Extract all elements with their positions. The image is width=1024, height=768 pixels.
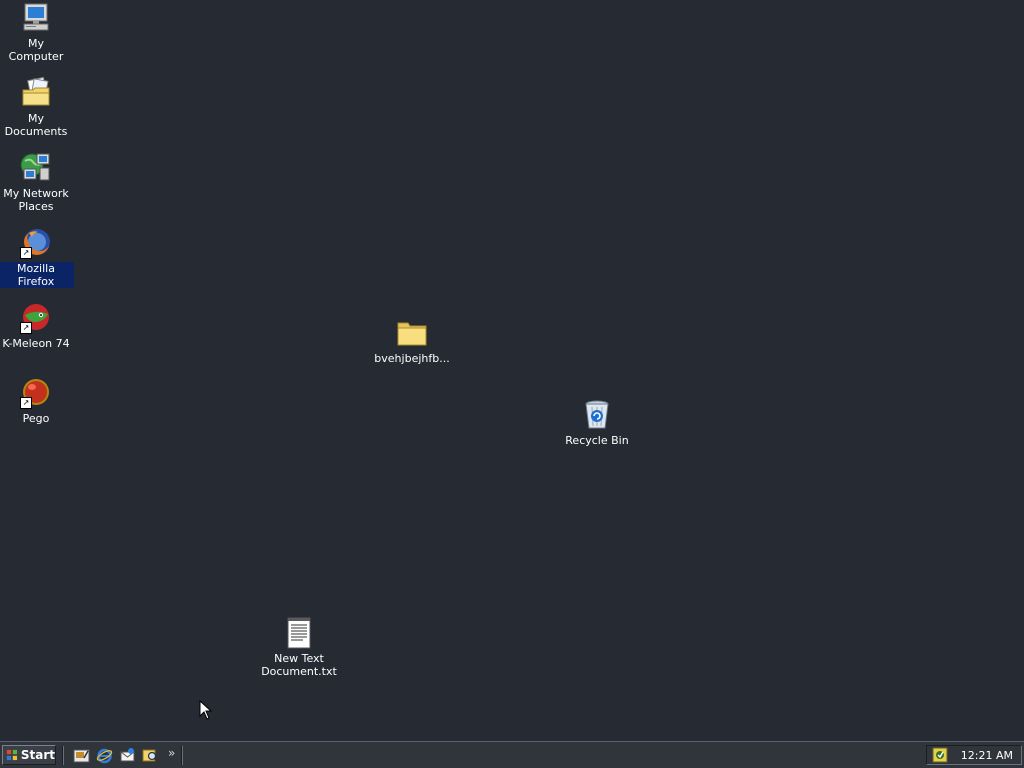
recycle-bin-icon bbox=[581, 399, 613, 431]
start-button[interactable]: Start bbox=[2, 745, 56, 765]
k-meleon-icon: ↗ bbox=[20, 302, 52, 334]
desktop-icon-label: Pego bbox=[22, 412, 50, 425]
mouse-cursor-icon bbox=[199, 700, 213, 720]
desktop[interactable]: My Computer My Documents My Network Plac… bbox=[0, 0, 1024, 741]
shortcut-arrow-icon: ↗ bbox=[20, 247, 32, 259]
start-label: Start bbox=[20, 748, 55, 762]
desktop-icon-my-documents[interactable]: My Documents bbox=[0, 76, 74, 138]
show-desktop-icon bbox=[73, 749, 90, 763]
desktop-icon-text-document[interactable]: New Text Document.txt bbox=[261, 617, 337, 678]
desktop-icon-network-places[interactable]: My Network Places bbox=[0, 152, 74, 213]
folder-icon bbox=[396, 317, 428, 349]
desktop-icon-pego[interactable]: ↗ Pego bbox=[0, 377, 74, 425]
windows-logo-icon bbox=[6, 749, 18, 761]
desktop-icon-my-computer[interactable]: My Computer bbox=[0, 2, 74, 63]
taskbar-separator bbox=[62, 746, 64, 765]
shortcut-arrow-icon: ↗ bbox=[20, 397, 32, 409]
network-places-icon bbox=[20, 152, 52, 184]
desktop-icon-k-meleon[interactable]: ↗ K-Meleon 74 bbox=[0, 302, 74, 350]
desktop-icon-label: My Network Places bbox=[3, 187, 69, 213]
my-computer-icon bbox=[20, 2, 52, 34]
desktop-icon-label: New Text Document.txt bbox=[261, 652, 337, 678]
desktop-icon-label: Mozilla Firefox bbox=[0, 262, 74, 288]
quick-launch-show-desktop[interactable] bbox=[73, 747, 90, 764]
desktop-icon-mozilla-firefox[interactable]: ↗ Mozilla Firefox bbox=[0, 227, 74, 288]
desktop-icon-label: My Computer bbox=[8, 37, 64, 63]
firefox-icon: ↗ bbox=[20, 227, 52, 259]
search-icon bbox=[142, 749, 159, 763]
my-documents-icon bbox=[20, 76, 52, 109]
desktop-icon-label: Recycle Bin bbox=[565, 434, 629, 447]
desktop-icon-label: bvehjbejhfb... bbox=[374, 352, 450, 365]
quick-launch-search[interactable] bbox=[142, 747, 159, 764]
quick-launch-outlook-express[interactable] bbox=[119, 747, 136, 764]
clock[interactable]: 12:21 AM bbox=[961, 749, 1013, 762]
tray-app-icon[interactable] bbox=[932, 747, 948, 763]
taskbar: Start » 12:21 AM bbox=[0, 741, 1024, 768]
desktop-icon-label: K-Meleon 74 bbox=[2, 337, 70, 350]
taskbar-separator bbox=[181, 746, 183, 765]
desktop-icon-label: My Documents bbox=[4, 112, 68, 138]
system-tray: 12:21 AM bbox=[926, 745, 1022, 765]
outlook-express-icon bbox=[120, 748, 135, 762]
pego-icon: ↗ bbox=[20, 377, 52, 409]
quick-launch-overflow-button[interactable]: » bbox=[168, 745, 175, 761]
desktop-icon-recycle-bin[interactable]: Recycle Bin bbox=[559, 399, 635, 447]
desktop-icon-folder[interactable]: bvehjbejhfb... bbox=[374, 317, 450, 365]
internet-explorer-icon bbox=[96, 748, 113, 764]
text-document-icon bbox=[283, 617, 315, 649]
quick-launch-internet-explorer[interactable] bbox=[96, 747, 113, 764]
shortcut-arrow-icon: ↗ bbox=[20, 322, 32, 334]
